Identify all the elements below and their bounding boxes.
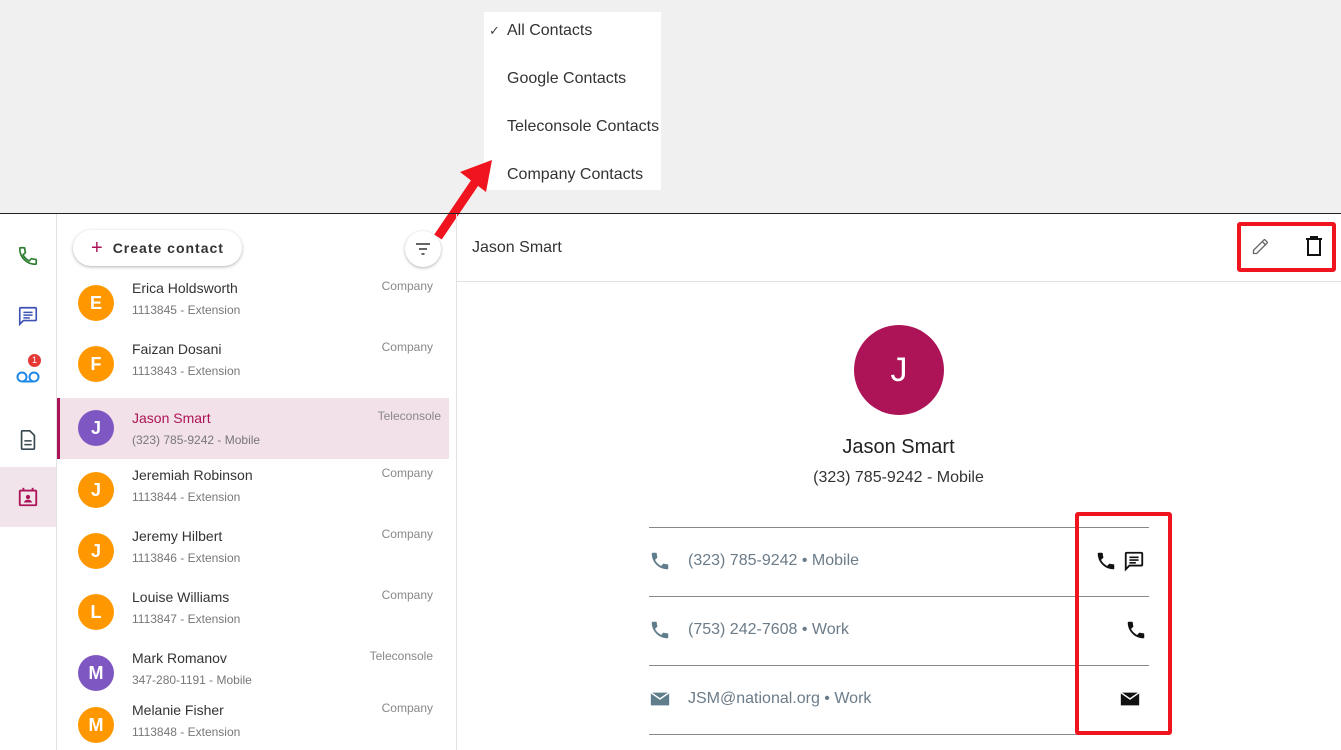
- edit-icon[interactable]: [1251, 236, 1271, 256]
- avatar: M: [78, 655, 114, 691]
- contact-source: Company: [381, 279, 433, 293]
- divider: [649, 734, 1149, 735]
- nav-voicemail[interactable]: 1: [0, 346, 56, 406]
- menu-item-label: Company Contacts: [507, 166, 644, 183]
- contact-name: Louise Williams: [132, 589, 230, 605]
- avatar: M: [78, 707, 114, 743]
- contact-source: Teleconsole: [377, 409, 441, 423]
- contact-number: 1113846 - Extension: [132, 551, 241, 565]
- menu-item-all-contacts[interactable]: ✓ All Contacts: [484, 12, 661, 60]
- menu-item-teleconsole-contacts[interactable]: Teleconsole Contacts: [484, 108, 661, 156]
- info-row-mobile: (323) 785-9242 • Mobile: [649, 527, 1149, 597]
- delete-icon[interactable]: [1304, 235, 1324, 257]
- filter-icon: [416, 243, 430, 255]
- contact-name: Jason Smart: [132, 410, 211, 426]
- contact-source: Company: [381, 527, 433, 541]
- contact-name-large: Jason Smart: [842, 436, 955, 458]
- contact-source: Teleconsole: [369, 649, 433, 663]
- highlight-box-row-actions: [1075, 512, 1172, 735]
- avatar: F: [78, 346, 114, 382]
- voicemail-icon: [16, 371, 40, 383]
- contacts-calendar-icon: [18, 487, 38, 507]
- nav-calls[interactable]: [0, 226, 56, 286]
- avatar: E: [78, 285, 114, 321]
- contact-name: Faizan Dosani: [132, 341, 222, 357]
- menu-item-company-contacts[interactable]: Company Contacts: [484, 156, 661, 204]
- message-icon: [18, 306, 38, 327]
- contact-number: 1113847 - Extension: [132, 612, 241, 626]
- email-icon: [650, 691, 670, 706]
- contact-source: Company: [381, 701, 433, 715]
- contact-row[interactable]: F Faizan Dosani 1113843 - Extension Comp…: [57, 334, 449, 395]
- detail-title: Jason Smart: [472, 239, 562, 256]
- contact-number: 1113844 - Extension: [132, 490, 241, 504]
- info-row-text: (323) 785-9242 • Mobile: [688, 552, 860, 569]
- voicemail-badge: 1: [28, 354, 41, 367]
- contact-avatar-large: J: [854, 325, 944, 415]
- avatar: L: [78, 594, 114, 630]
- detail-header: Jason Smart: [457, 214, 1341, 282]
- contact-primary-phone: (323) 785-9242 - Mobile: [813, 469, 984, 486]
- avatar: J: [78, 533, 114, 569]
- contact-source: Company: [381, 588, 433, 602]
- contact-source: Company: [381, 340, 433, 354]
- contact-number: 347-280-1191 - Mobile: [132, 673, 252, 687]
- nav-messages[interactable]: [0, 286, 56, 346]
- contact-filter-menu: ✓ All Contacts Google Contacts Teleconso…: [484, 12, 661, 190]
- filter-button[interactable]: [405, 231, 441, 267]
- menu-item-google-contacts[interactable]: Google Contacts: [484, 60, 661, 108]
- menu-item-label: All Contacts: [507, 22, 593, 39]
- info-row-email: JSM@national.org • Work: [649, 665, 1149, 735]
- contact-number: 1113843 - Extension: [132, 364, 241, 378]
- create-contact-button[interactable]: + Create contact: [73, 230, 242, 266]
- contact-number: 1113845 - Extension: [132, 303, 241, 317]
- plus-icon: +: [91, 237, 103, 259]
- info-row-work: (753) 242-7608 • Work: [649, 596, 1149, 666]
- contact-row[interactable]: L Louise Williams 1113847 - Extension Co…: [57, 582, 449, 643]
- phone-icon: [18, 246, 38, 266]
- contact-number: 1113848 - Extension: [132, 725, 241, 739]
- phone-icon: [651, 552, 669, 570]
- contact-row[interactable]: E Erica Holdsworth 1113845 - Extension C…: [57, 273, 449, 334]
- contact-name: Erica Holdsworth: [132, 280, 238, 296]
- contact-name: Mark Romanov: [132, 650, 227, 666]
- menu-item-label: Teleconsole Contacts: [507, 118, 660, 135]
- create-contact-label: Create contact: [112, 240, 224, 256]
- background-area: [0, 0, 1341, 213]
- contact-row[interactable]: J Jeremy Hilbert 1113846 - Extension Com…: [57, 521, 449, 582]
- contact-name: Jeremy Hilbert: [132, 528, 223, 544]
- info-row-text: (753) 242-7608 • Work: [688, 621, 849, 638]
- menu-item-label: Google Contacts: [507, 70, 627, 87]
- contact-row[interactable]: M Melanie Fisher 1113848 - Extension Com…: [57, 695, 449, 750]
- contact-name: Melanie Fisher: [132, 702, 224, 718]
- check-icon: ✓: [489, 23, 500, 38]
- phone-icon: [651, 621, 669, 639]
- info-row-text: JSM@national.org • Work: [688, 690, 872, 707]
